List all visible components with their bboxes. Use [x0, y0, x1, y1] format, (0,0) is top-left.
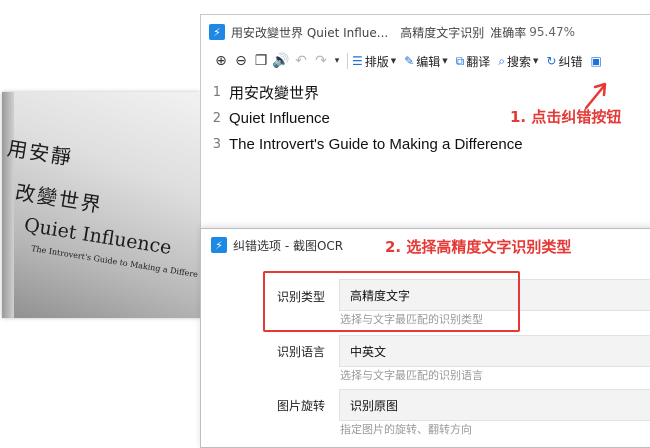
accuracy-value: 95.47% — [529, 25, 576, 39]
annotation-step-2: 2. 选择高精度文字识别类型 — [385, 238, 572, 256]
zoom-in-icon[interactable]: ⊕ — [211, 53, 231, 69]
zoom-out-icon[interactable]: ⊖ — [231, 53, 251, 69]
annotation-step-1: 1. 点击纠错按钮 — [510, 108, 622, 126]
layout-icon: ☰ — [352, 54, 363, 68]
line-number: 1 — [212, 84, 221, 100]
image-rotation-select[interactable]: 识别原图 — [339, 389, 650, 421]
layout-label: 排版 — [364, 54, 389, 69]
line-number: 2 — [212, 110, 221, 126]
toolbar-divider — [347, 53, 348, 69]
image-button[interactable]: ▣ — [590, 54, 603, 68]
recognition-language-label: 识别语言 — [277, 345, 326, 359]
recognition-language-value: 中英文 — [350, 344, 387, 359]
speaker-icon[interactable]: 🔊 — [271, 53, 291, 69]
line-number: 3 — [212, 136, 221, 152]
redo-icon[interactable]: ↷ — [311, 53, 331, 69]
recognition-type-label: 高精度文字识别 — [400, 25, 485, 40]
image-rotation-label: 图片旋转 — [277, 399, 326, 413]
text-line: 3 The Introvert's Guide to Making a Diff… — [201, 131, 650, 157]
search-button[interactable]: ⌕ 搜索 ▼ — [498, 53, 538, 70]
refresh-icon: ↻ — [546, 54, 557, 68]
recognition-language-hint: 选择与文字最匹配的识别语言 — [340, 369, 483, 382]
more-dropdown-icon[interactable]: ▾ — [331, 56, 343, 66]
image-rotation-value: 识别原图 — [350, 398, 399, 413]
lightning-app-icon: ⚡ — [211, 237, 227, 253]
photo-text-line-1: 用安靜 — [5, 135, 75, 170]
edit-icon: ✎ — [404, 54, 415, 68]
chevron-down-icon: ▼ — [532, 57, 539, 65]
line-text: 用安改變世界 — [229, 84, 320, 102]
book-cover-photo: 用安靜 改變世界 Quiet Influence The Introvert's… — [2, 92, 200, 318]
correct-label: 纠错 — [558, 54, 583, 69]
lightning-app-icon: ⚡ — [209, 24, 225, 40]
toolbar: ⊕ ⊖ ❐ 🔊 ↶ ↷ ▾ ☰ 排版 ▼ ✎ 编辑 ▼ ⧉ 翻译 ⌕ 搜索 ▼ … — [201, 49, 650, 73]
window-title: 用安改變世界 Quiet Influe... — [231, 25, 389, 40]
edit-button[interactable]: ✎ 编辑 ▼ — [404, 53, 447, 70]
book-spine — [2, 92, 14, 318]
highlight-box — [263, 271, 520, 332]
line-text: The Introvert's Guide to Making a Differ… — [229, 135, 523, 153]
accuracy-label: 准确率 — [490, 25, 527, 40]
photo-text-line-2: 改變世界 — [13, 179, 105, 218]
image-icon: ▣ — [590, 54, 602, 68]
chevron-down-icon: ▼ — [390, 57, 397, 65]
correction-options-dialog: ⚡ 纠错选项 - 截图OCR 识别类型 高精度文字 选择与文字最匹配的识别类型 … — [200, 228, 650, 448]
translate-button[interactable]: ⧉ 翻译 — [456, 53, 491, 70]
copy-icon[interactable]: ❐ — [251, 53, 271, 69]
image-rotation-hint: 指定图片的旋转、翻转方向 — [340, 423, 472, 436]
layout-button[interactable]: ☰ 排版 ▼ — [352, 53, 396, 70]
edit-label: 编辑 — [416, 54, 441, 69]
undo-icon[interactable]: ↶ — [291, 53, 311, 69]
translate-label: 翻译 — [466, 54, 491, 69]
translate-icon: ⧉ — [455, 53, 465, 68]
recognition-language-select[interactable]: 中英文 — [339, 335, 650, 367]
dialog-title: 纠错选项 - 截图OCR — [233, 238, 344, 253]
chevron-down-icon: ▼ — [442, 57, 448, 65]
line-text: Quiet Influence — [229, 109, 330, 127]
correct-button[interactable]: ↻ 纠错 — [546, 53, 582, 70]
search-label: 搜索 — [506, 54, 531, 69]
window-titlebar: ⚡ 用安改變世界 Quiet Influe... 高精度文字识别 准确率 95.… — [201, 15, 650, 49]
search-icon: ⌕ — [498, 53, 505, 68]
